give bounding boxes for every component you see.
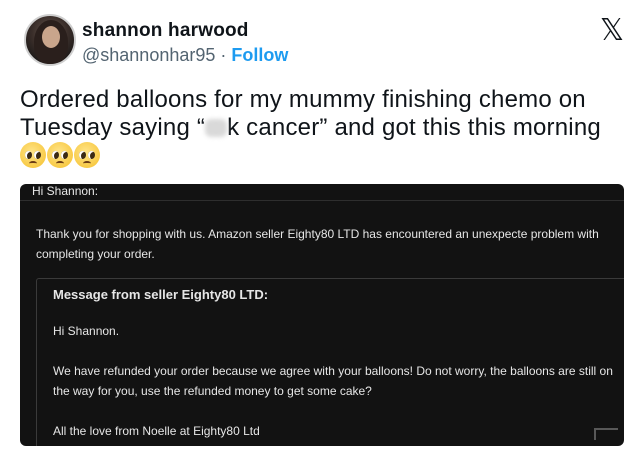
pleading-face-icon bbox=[47, 142, 73, 168]
seller-message-signoff: All the love from Noelle at Eighty80 Ltd bbox=[53, 424, 260, 438]
pleading-face-icon bbox=[20, 142, 46, 168]
tweet-text: Ordered balloons for my mummy finishing … bbox=[20, 86, 620, 171]
tweet-header: shannon harwood @shannonhar95 · Follow 𝕏 bbox=[18, 12, 628, 76]
seller-message-body: We have refunded your order because we a… bbox=[53, 364, 613, 398]
handle-separator: · bbox=[215, 45, 232, 65]
tweet-text-part2: k cancer” and got this this morning bbox=[227, 114, 601, 141]
x-logo-icon[interactable]: 𝕏 bbox=[600, 16, 624, 46]
seller-message-heading: Message from seller Eighty80 LTD: bbox=[53, 287, 269, 302]
email-greeting: Hi Shannon: bbox=[32, 184, 99, 198]
avatar[interactable] bbox=[24, 14, 76, 66]
author-handle[interactable]: @shannonhar95 bbox=[82, 45, 215, 65]
email-screenshot: Hi Shannon: Thank you for shopping with … bbox=[20, 184, 624, 446]
avatar-face bbox=[42, 26, 60, 48]
author-name[interactable]: shannon harwood bbox=[82, 20, 249, 42]
seller-message-greeting: Hi Shannon. bbox=[53, 324, 120, 338]
email-divider bbox=[20, 200, 624, 201]
author-handle-row: @shannonhar95 · Follow bbox=[82, 45, 288, 66]
censored-word-blur bbox=[205, 119, 228, 137]
pleading-face-icon bbox=[74, 142, 100, 168]
corner-mark bbox=[594, 428, 618, 440]
follow-button[interactable]: Follow bbox=[231, 45, 288, 65]
seller-message-box: Message from seller Eighty80 LTD: Hi Sha… bbox=[36, 278, 624, 446]
email-paragraph: Thank you for shopping with us. Amazon s… bbox=[36, 227, 599, 261]
